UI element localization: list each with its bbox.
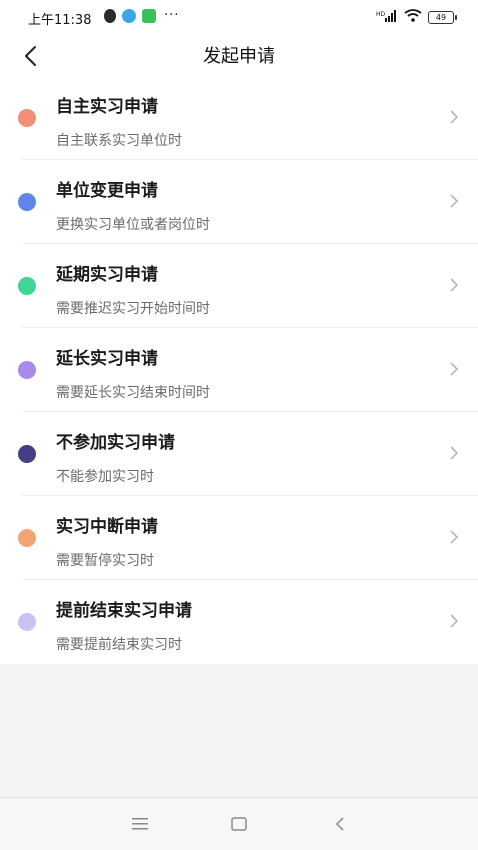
system-nav-bar — [0, 797, 478, 850]
status-dot — [18, 529, 36, 547]
status-bar: 上午11:38 ··· HD 49 — [0, 0, 478, 36]
more-notifications-icon: ··· — [164, 8, 180, 23]
item-subtitle: 需要提前结束实习时 — [56, 637, 182, 653]
item-title: 延长实习申请 — [56, 349, 158, 369]
item-subtitle: 自主联系实习单位时 — [56, 133, 182, 149]
status-dot — [18, 277, 36, 295]
network-label: HD — [376, 11, 386, 18]
item-subtitle: 需要延长实习结束时间时 — [56, 385, 210, 401]
item-title: 延期实习申请 — [56, 265, 158, 285]
item-title: 自主实习申请 — [56, 97, 158, 117]
chevron-right-icon — [450, 194, 459, 208]
item-title: 实习中断申请 — [56, 517, 158, 537]
status-time: 上午11:38 — [28, 13, 92, 28]
status-dot — [18, 613, 36, 631]
chevron-right-icon — [450, 530, 459, 544]
item-title: 单位变更申请 — [56, 181, 158, 201]
wifi-icon — [404, 9, 422, 25]
chevron-right-icon — [450, 446, 459, 460]
browser-icon — [122, 8, 136, 23]
chevron-right-icon — [450, 614, 459, 628]
item-subtitle: 更换实习单位或者岗位时 — [56, 217, 210, 233]
message-icon — [142, 8, 156, 23]
chevron-right-icon — [450, 110, 459, 124]
item-subtitle: 不能参加实习时 — [56, 469, 154, 485]
home-icon — [231, 817, 247, 831]
application-list: 自主实习申请 自主联系实习单位时 单位变更申请 更换实习单位或者岗位时 延期实习… — [0, 76, 478, 664]
chevron-right-icon — [450, 362, 459, 376]
battery-icon: 49 — [428, 10, 457, 24]
system-back-button[interactable] — [327, 812, 353, 836]
list-item[interactable]: 延期实习申请 需要推迟实习开始时间时 — [0, 244, 478, 328]
back-icon — [335, 817, 344, 831]
status-right: HD 49 — [376, 9, 457, 25]
list-item[interactable]: 实习中断申请 需要暂停实习时 — [0, 496, 478, 580]
chevron-right-icon — [450, 278, 459, 292]
battery-level: 49 — [435, 12, 447, 22]
home-button[interactable] — [226, 812, 252, 836]
status-dot — [18, 361, 36, 379]
list-item[interactable]: 自主实习申请 自主联系实习单位时 — [0, 76, 478, 160]
status-dot — [18, 193, 36, 211]
status-dot — [18, 109, 36, 127]
item-title: 提前结束实习申请 — [56, 601, 192, 621]
menu-button[interactable] — [127, 812, 153, 836]
item-subtitle: 需要推迟实习开始时间时 — [56, 301, 210, 317]
page-title: 发起申请 — [203, 46, 275, 67]
list-item[interactable]: 提前结束实习申请 需要提前结束实习时 — [0, 580, 478, 664]
item-subtitle: 需要暂停实习时 — [56, 553, 154, 569]
signal-icon: HD — [376, 9, 398, 25]
menu-icon — [132, 818, 148, 830]
item-title: 不参加实习申请 — [56, 433, 175, 453]
nav-bar: 发起申请 — [0, 36, 478, 76]
status-dot — [18, 445, 36, 463]
list-item[interactable]: 单位变更申请 更换实习单位或者岗位时 — [0, 160, 478, 244]
qq-icon — [104, 8, 116, 23]
notification-icons: ··· — [104, 8, 179, 23]
list-item[interactable]: 不参加实习申请 不能参加实习时 — [0, 412, 478, 496]
list-item[interactable]: 延长实习申请 需要延长实习结束时间时 — [0, 328, 478, 412]
